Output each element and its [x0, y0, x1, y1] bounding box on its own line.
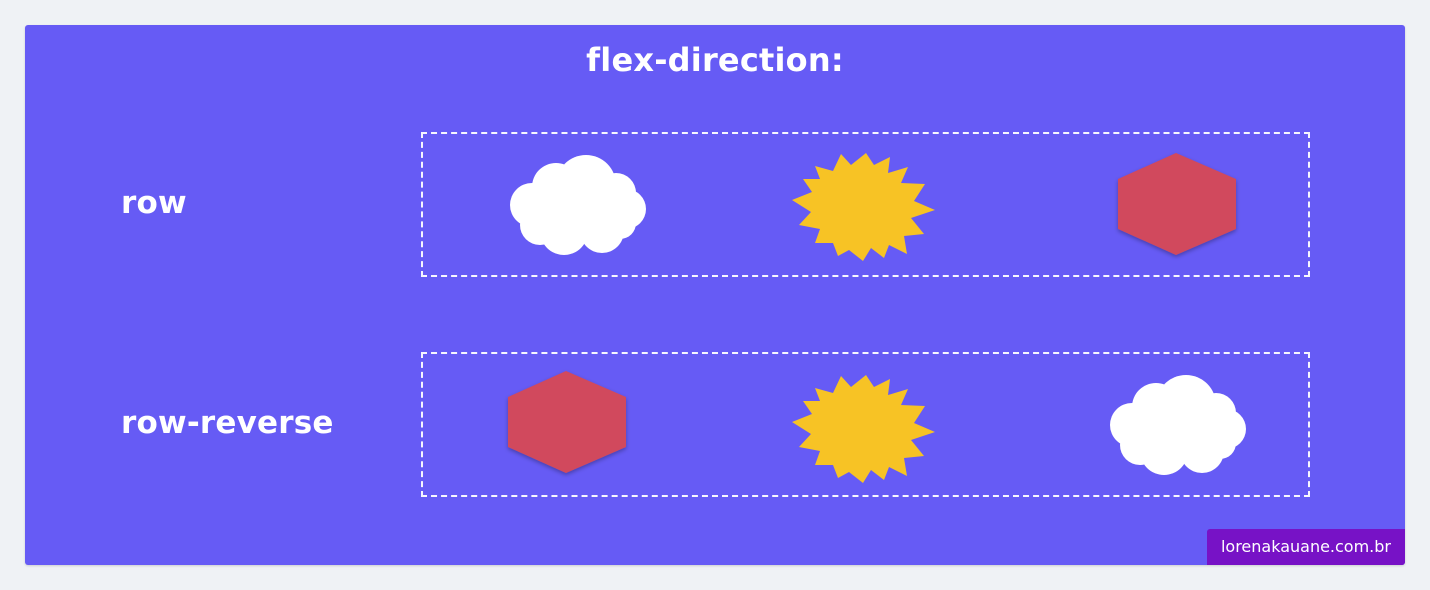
cloud-icon — [510, 155, 646, 255]
hexagon-icon — [508, 371, 626, 473]
row-label-row-reverse: row-reverse — [121, 405, 334, 441]
flex-container-row-reverse — [421, 352, 1310, 497]
starburst-icon — [792, 375, 935, 483]
diagram-card: flex-direction: row row-reverse lorenaka… — [25, 25, 1405, 565]
row-label-row: row — [121, 185, 187, 221]
cloud-icon — [1110, 375, 1246, 475]
flex-container-row — [421, 132, 1310, 277]
diagram-title: flex-direction: — [586, 41, 844, 79]
hexagon-icon — [1118, 153, 1236, 255]
starburst-icon — [792, 153, 935, 261]
credit-badge[interactable]: lorenakauane.com.br — [1206, 529, 1405, 565]
